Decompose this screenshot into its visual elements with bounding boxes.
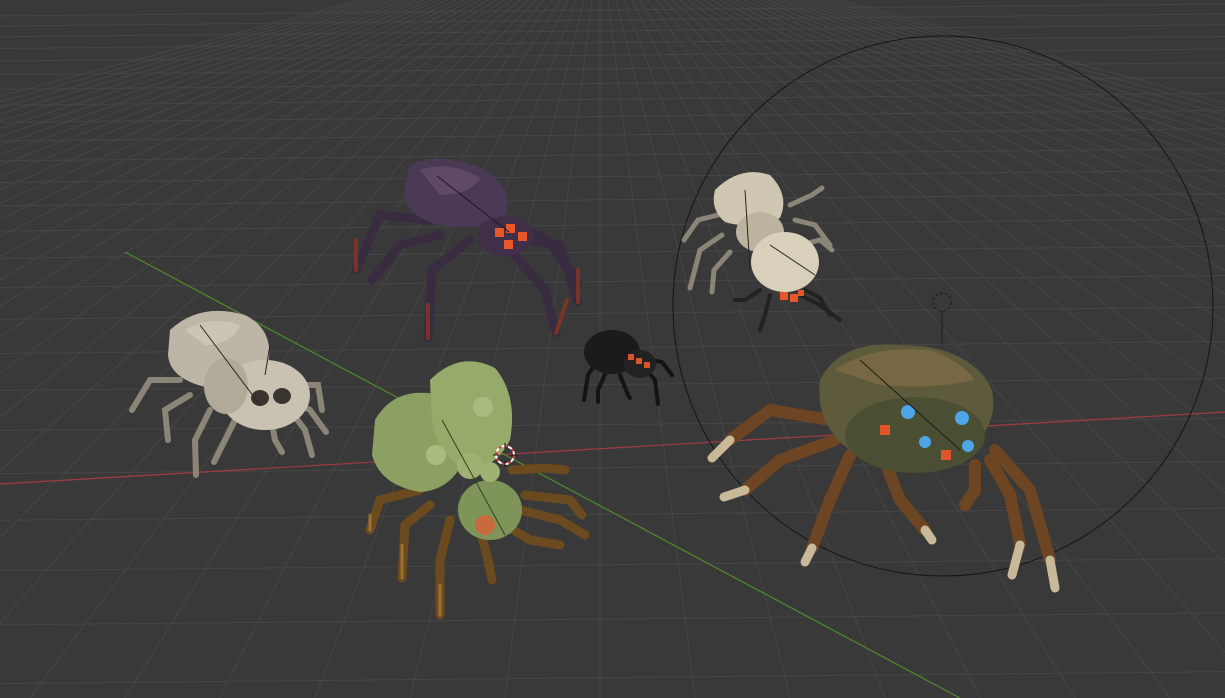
black-spider[interactable]: [582, 330, 674, 406]
grid-line: [679, 0, 1225, 438]
grid-line: [0, 378, 1225, 392]
right-spider-eye: [780, 292, 788, 300]
grid-line: [655, 0, 1225, 653]
grid-line: [0, 417, 1225, 431]
black-spider-eye: [628, 354, 634, 360]
grid-line: [0, 128, 1225, 142]
grid-line: [0, 13, 1225, 27]
green-spider[interactable]: [365, 361, 590, 620]
green-spider-eye: [475, 515, 495, 535]
viewport-scene[interactable]: [0, 0, 1225, 698]
grid-line: [0, 245, 1225, 259]
grid-line: [219, 0, 569, 698]
selection-sphere-outline[interactable]: [672, 35, 1214, 577]
3d-viewport[interactable]: [0, 0, 1225, 698]
grid-line: [0, 193, 1225, 207]
pale-skull-spider-left[interactable]: [129, 310, 329, 478]
grid-line: [759, 0, 1225, 188]
grid-line: [767, 0, 1225, 176]
grid-line: [0, 275, 1225, 289]
skull-eye-socket: [251, 390, 269, 406]
grid-line: [0, 3, 1225, 17]
grid-line: [0, 109, 1225, 123]
grid-line: [0, 612, 1225, 626]
grid-line: [735, 0, 1225, 232]
purple-spider-eye: [495, 228, 504, 237]
purple-spider[interactable]: [351, 158, 583, 343]
grid-line: [719, 0, 1225, 271]
empty-object-marker[interactable]: [932, 292, 952, 345]
grid-line: [0, 461, 1225, 475]
grid-line: [504, 0, 593, 698]
grid-line: [623, 0, 886, 698]
grid-line: [783, 0, 1225, 155]
grid-line: [0, 169, 1225, 183]
grid-line: [727, 0, 1225, 250]
grid-line: [0, 671, 1225, 685]
grid-line: [751, 0, 1225, 201]
grid-line: [0, 306, 1225, 320]
grid-line: [0, 148, 1225, 162]
grid-line: [0, 218, 1225, 232]
grid-line: [0, 558, 1225, 572]
grid-line: [663, 0, 1225, 564]
x-axis-line: [0, 411, 1225, 485]
grid-line: [743, 0, 1225, 215]
